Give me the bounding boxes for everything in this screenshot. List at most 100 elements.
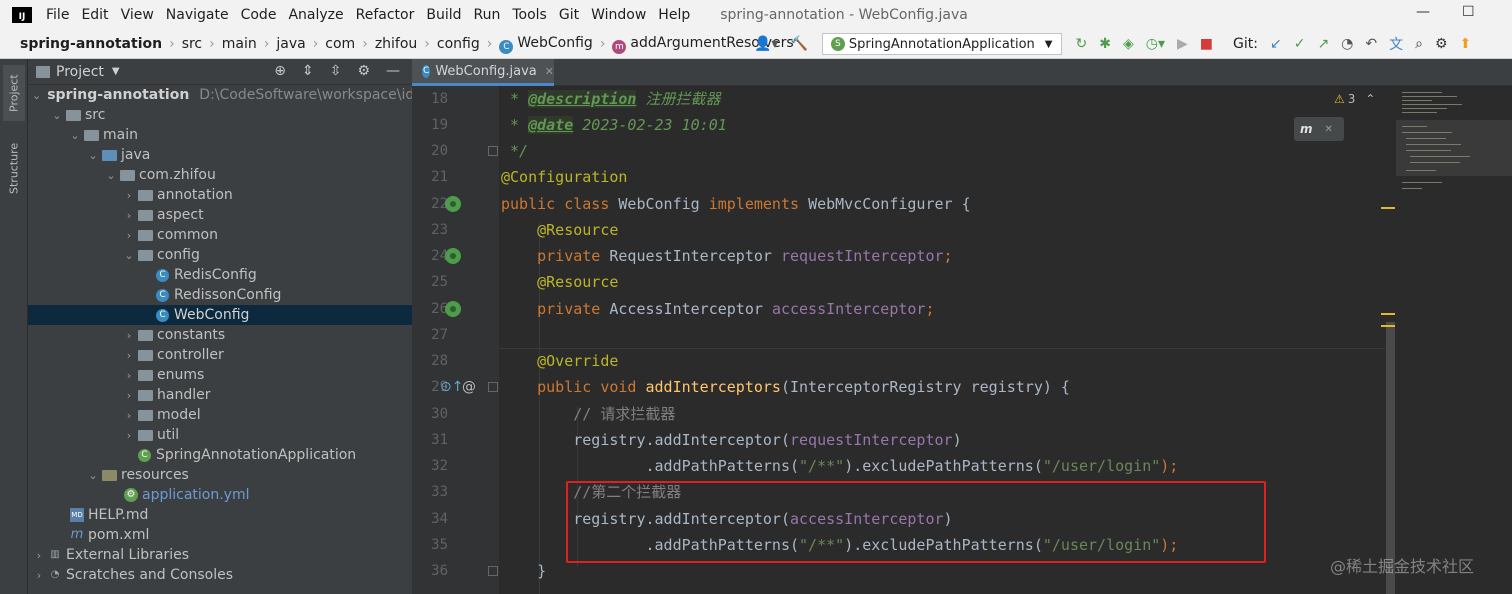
project-panel-title[interactable]: Project — [56, 64, 104, 80]
coverage-icon[interactable]: ◈ — [1123, 36, 1134, 52]
fold-marker-icon[interactable] — [488, 146, 498, 156]
build-hammer-icon[interactable]: 🔨 — [790, 36, 807, 52]
tree-item-redissonconfig[interactable]: C RedissonConfig — [28, 285, 412, 305]
hide-panel-icon[interactable]: — — [386, 63, 400, 79]
git-push-icon[interactable]: ↗ — [1317, 36, 1329, 52]
tree-item-config[interactable]: ⌄ config — [28, 245, 412, 265]
structure-tool-tab[interactable]: Structure — [3, 135, 25, 201]
fold-marker-icon[interactable] — [488, 382, 498, 392]
tree-item-controller[interactable]: › controller — [28, 345, 412, 365]
package-icon — [138, 389, 153, 401]
minimap-viewport[interactable] — [1396, 120, 1512, 176]
tree-item-aspect[interactable]: › aspect — [28, 205, 412, 225]
code-minimap[interactable] — [1396, 86, 1512, 594]
run-configuration-select[interactable]: S SpringAnnotationApplication ▼ — [821, 33, 1062, 55]
tree-item-application-class[interactable]: C SpringAnnotationApplication — [28, 445, 412, 465]
settings-gear-icon[interactable]: ⚙ — [357, 63, 370, 79]
minimize-button[interactable]: — — [1416, 4, 1430, 20]
tree-item-project-root[interactable]: ⌄ spring-annotation D:\CodeSoftware\work… — [28, 85, 431, 105]
tree-item-src[interactable]: ⌄ src — [28, 105, 412, 125]
menu-refactor[interactable]: Refactor — [350, 7, 421, 23]
breadcrumb-separator: › — [263, 36, 270, 52]
tree-item-redisconfig[interactable]: C RedisConfig — [28, 265, 412, 285]
project-tool-tab[interactable]: Project — [3, 65, 25, 121]
breadcrumb-project[interactable]: spring-annotation — [18, 36, 164, 52]
code-editor[interactable]: * @description 注册拦截器 * @date 2023-02-23 … — [499, 86, 1385, 594]
git-commit-icon[interactable]: ✓ — [1294, 36, 1306, 52]
spring-autowire-gutter-icon[interactable] — [445, 248, 461, 264]
spring-autowire-gutter-icon[interactable] — [445, 301, 461, 317]
spring-bean-gutter-icon[interactable] — [445, 196, 461, 212]
fold-marker-icon[interactable] — [488, 566, 498, 576]
git-history-icon[interactable]: ◔ — [1341, 36, 1353, 52]
stop-icon[interactable]: ■ — [1200, 36, 1213, 52]
chevron-down-icon[interactable]: ▼ — [112, 66, 120, 77]
tree-item-external-libraries[interactable]: › ▥ External Libraries — [28, 545, 412, 565]
tree-item-annotation[interactable]: › annotation — [28, 185, 412, 205]
warning-marker[interactable] — [1381, 325, 1395, 327]
tree-item-enums[interactable]: › enums — [28, 365, 412, 385]
tree-item-handler[interactable]: › handler — [28, 385, 412, 405]
warning-marker[interactable] — [1381, 207, 1395, 209]
tree-item-common[interactable]: › common — [28, 225, 412, 245]
maven-reload-icon[interactable]: m — [1300, 122, 1313, 136]
tree-item-pom-xml[interactable]: m pom.xml — [28, 525, 412, 545]
breadcrumb-java[interactable]: java — [274, 36, 307, 52]
at-annotation-icon[interactable]: @ — [462, 379, 478, 395]
maximize-button[interactable]: ☐ — [1462, 4, 1475, 20]
update-icon[interactable]: ⬆ — [1460, 36, 1472, 52]
menu-tools[interactable]: Tools — [506, 7, 553, 23]
breadcrumb-webconfig[interactable]: C WebConfig — [497, 35, 594, 54]
git-update-icon[interactable]: ↙ — [1270, 36, 1282, 52]
close-icon[interactable]: ✕ — [545, 65, 554, 78]
menu-code[interactable]: Code — [235, 7, 283, 23]
breadcrumb-src[interactable]: src — [180, 36, 204, 52]
menu-git[interactable]: Git — [553, 7, 585, 23]
tree-item-constants[interactable]: › constants — [28, 325, 412, 345]
tree-item-main[interactable]: ⌄ main — [28, 125, 412, 145]
menu-run[interactable]: Run — [468, 7, 507, 23]
tree-item-package-root[interactable]: ⌄ com.zhifou — [28, 165, 412, 185]
tree-item-scratches[interactable]: › ◔ Scratches and Consoles — [28, 565, 412, 585]
rerun-icon[interactable]: ↻ — [1076, 36, 1088, 52]
user-icon[interactable]: 👤▾ — [754, 36, 778, 52]
menu-analyze[interactable]: Analyze — [282, 7, 349, 23]
menu-navigate[interactable]: Navigate — [160, 7, 235, 23]
close-icon[interactable]: ✕ — [1325, 124, 1333, 135]
tree-item-application-yml[interactable]: ⚙ application.yml — [28, 485, 412, 505]
locate-file-icon[interactable]: ⊕ — [274, 63, 286, 79]
profile-icon[interactable]: ◷▾ — [1146, 36, 1165, 52]
tree-item-webconfig[interactable]: C WebConfig — [28, 305, 412, 325]
maven-reload-popup[interactable]: m ✕ — [1294, 117, 1344, 141]
search-icon[interactable]: ⌕ — [1415, 36, 1423, 52]
breadcrumb-main[interactable]: main — [220, 36, 259, 52]
tree-item-help-md[interactable]: MD HELP.md — [28, 505, 412, 525]
expand-all-icon[interactable]: ⇕ — [302, 63, 314, 79]
run-icon[interactable]: ▶ — [1177, 36, 1188, 52]
vertical-scrollbar[interactable] — [1385, 86, 1396, 594]
menu-build[interactable]: Build — [420, 7, 467, 23]
settings-gear-icon[interactable]: ⚙ — [1435, 36, 1448, 52]
breadcrumb-zhifou[interactable]: zhifou — [373, 36, 419, 52]
tree-item-model[interactable]: › model — [28, 405, 412, 425]
tree-item-java[interactable]: ⌄ java — [28, 145, 412, 165]
tab-webconfig-java[interactable]: C WebConfig.java ✕ — [412, 59, 554, 86]
menu-window[interactable]: Window — [585, 7, 652, 23]
menu-edit[interactable]: Edit — [75, 7, 114, 23]
tree-item-util[interactable]: › util — [28, 425, 412, 445]
chevron-up-icon[interactable]: ⌃ — [1365, 92, 1375, 106]
collapse-all-icon[interactable]: ⇳ — [330, 63, 342, 79]
menu-view[interactable]: View — [115, 7, 160, 23]
menu-help[interactable]: Help — [652, 7, 696, 23]
breadcrumb-com[interactable]: com — [323, 36, 357, 52]
menu-file[interactable]: File — [40, 7, 75, 23]
tree-item-resources[interactable]: ⌄ resources — [28, 465, 412, 485]
breadcrumb-config[interactable]: config — [435, 36, 482, 52]
override-gutter-icon[interactable]: ⊙↑ — [440, 379, 463, 395]
left-tool-strip: Project Structure — [0, 59, 28, 594]
git-rollback-icon[interactable]: ↶ — [1365, 36, 1377, 52]
warning-marker[interactable] — [1381, 313, 1395, 315]
tree-item-label: SpringAnnotationApplication — [156, 447, 357, 463]
debug-icon[interactable]: ✱ — [1099, 36, 1111, 52]
translate-icon[interactable]: 文 — [1389, 34, 1403, 54]
